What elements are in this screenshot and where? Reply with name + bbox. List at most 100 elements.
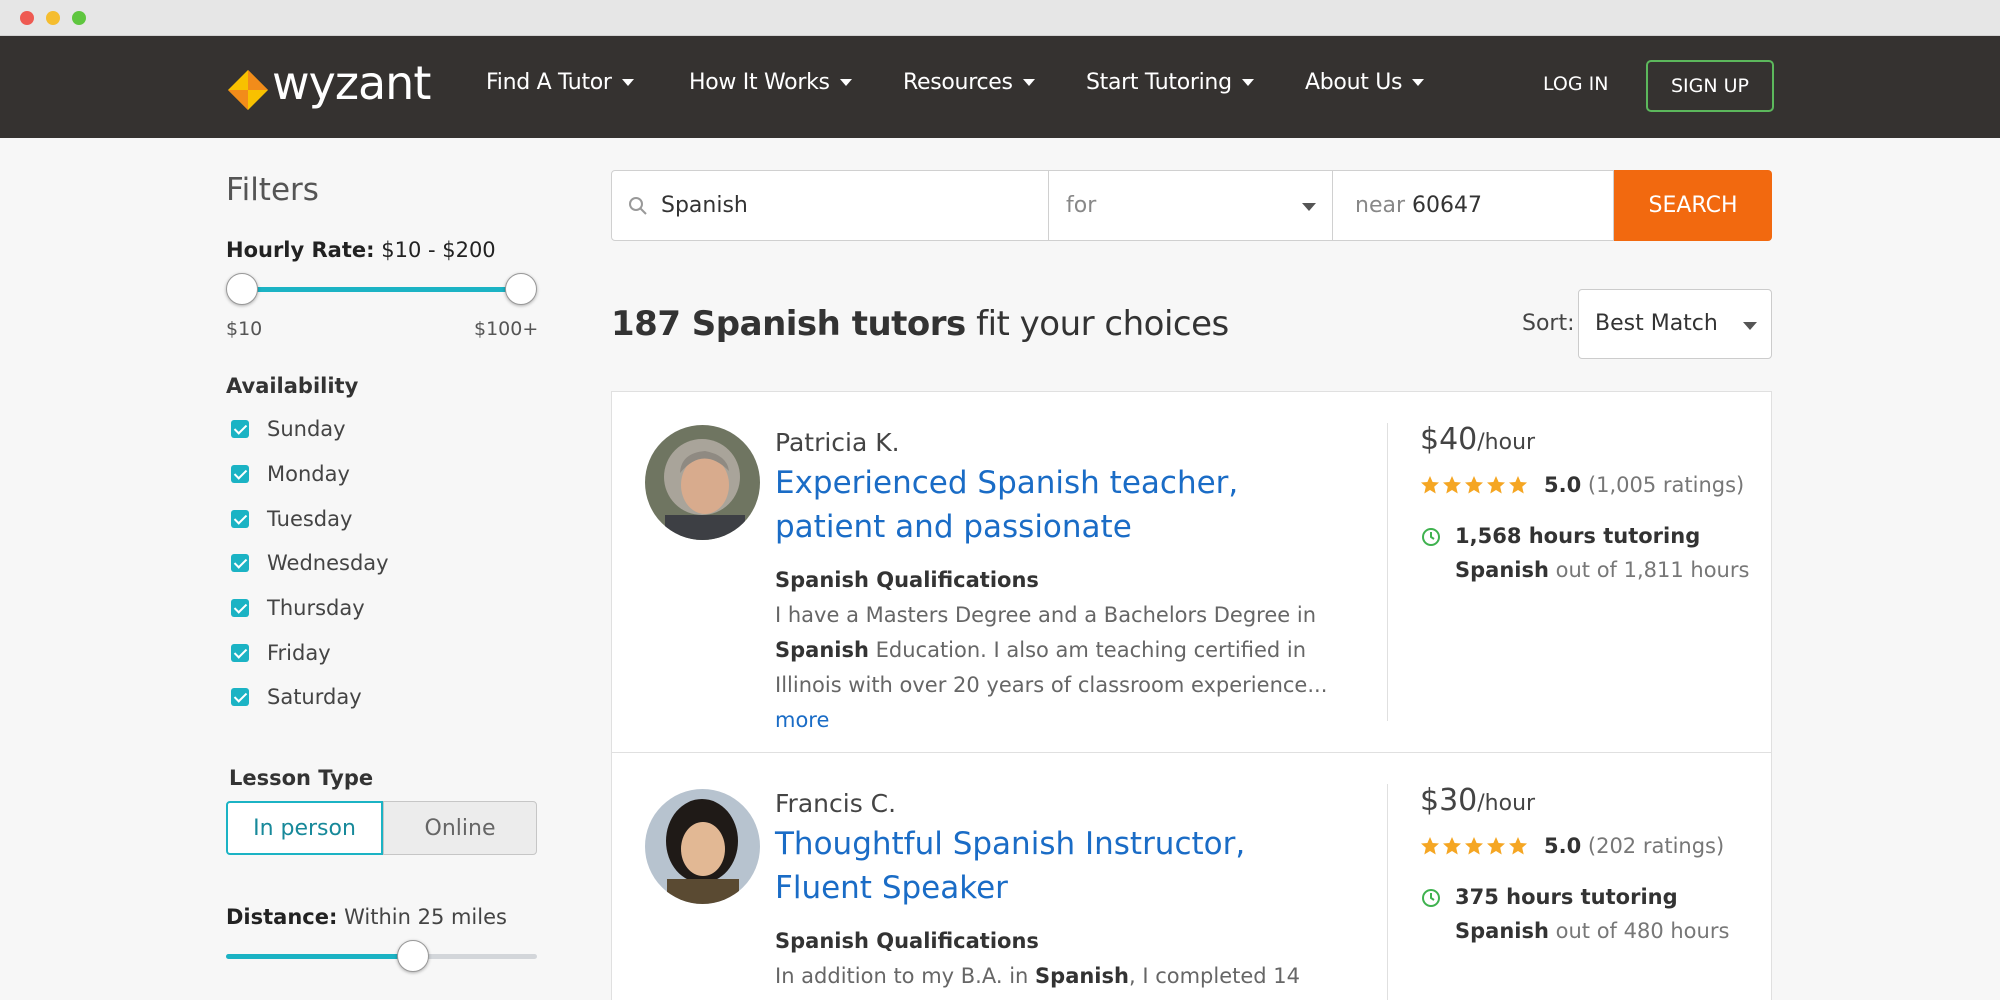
hourly-rate-max-handle[interactable] [505, 273, 537, 305]
price-unit: /hour [1477, 430, 1536, 455]
for-select[interactable]: for [1066, 193, 1096, 218]
day-label: Friday [267, 641, 331, 665]
price-value: $40 [1420, 422, 1478, 457]
caret-down-icon[interactable] [1302, 203, 1316, 211]
rate-min-label: $10 [226, 318, 263, 340]
checkbox-checked[interactable] [231, 465, 249, 483]
lesson-type-in-person[interactable]: In person [226, 801, 383, 855]
more-link[interactable]: more [775, 708, 829, 732]
nav-label: Resources [903, 70, 1013, 95]
search-bar: Spanish for near 60647 [611, 170, 1614, 241]
rating-value: 5.0 [1544, 834, 1582, 858]
hours-subject-name: Spanish [1455, 558, 1549, 582]
hours-tutoring: 375 hours tutoring [1455, 885, 1678, 909]
availability-saturday[interactable]: Saturday [231, 685, 362, 709]
day-label: Thursday [267, 596, 365, 620]
tutor-avatar[interactable] [645, 789, 760, 904]
star-icon [1487, 476, 1505, 494]
maximize-window-icon[interactable] [72, 11, 86, 25]
tutor-title-link[interactable]: Experienced Spanish teacher, patient and… [775, 461, 1335, 549]
star-icon [1443, 837, 1461, 855]
caret-down-icon [1241, 79, 1254, 86]
availability-monday[interactable]: Monday [231, 462, 350, 486]
checkbox-checked[interactable] [231, 510, 249, 528]
star-icon [1509, 837, 1527, 855]
star-icon [1465, 476, 1483, 494]
availability-sunday[interactable]: Sunday [231, 417, 346, 441]
tutor-card: Patricia K. Experienced Spanish teacher,… [611, 391, 1772, 753]
nav-find-a-tutor[interactable]: Find A Tutor [486, 70, 634, 95]
availability-tuesday[interactable]: Tuesday [231, 507, 352, 531]
hours-subject: Spanish out of 1,811 hours [1455, 558, 1749, 582]
tutor-price: $40/hour [1420, 422, 1535, 457]
nav-about-us[interactable]: About Us [1305, 70, 1425, 95]
login-link[interactable]: LOG IN [1543, 73, 1608, 95]
logo-mark-icon [228, 70, 268, 110]
tutor-price: $30/hour [1420, 783, 1535, 818]
price-unit: /hour [1477, 791, 1536, 816]
availability-thursday[interactable]: Thursday [231, 596, 365, 620]
availability-friday[interactable]: Friday [231, 641, 331, 665]
day-label: Wednesday [267, 551, 389, 575]
star-icon [1421, 837, 1439, 855]
distance-value: Within 25 miles [344, 905, 507, 929]
rate-max-label: $100+ [474, 318, 539, 340]
top-navbar: wyzant Find A Tutor How It Works Resourc… [0, 36, 2000, 138]
availability-wednesday[interactable]: Wednesday [231, 551, 389, 575]
nav-start-tutoring[interactable]: Start Tutoring [1086, 70, 1254, 95]
hours-subject-name: Spanish [1455, 919, 1549, 943]
subject-input[interactable]: Spanish [661, 193, 748, 218]
hours-total: out of 1,811 hours [1555, 558, 1750, 582]
lesson-type-title: Lesson Type [229, 766, 374, 790]
rating-value: 5.0 [1544, 473, 1582, 497]
logo-text: wyzant [272, 56, 431, 110]
search-button[interactable]: SEARCH [1614, 170, 1772, 241]
day-label: Sunday [267, 417, 346, 441]
distance-label: Distance: Within 25 miles [226, 905, 507, 929]
browser-chrome [0, 0, 2000, 36]
nav-resources[interactable]: Resources [903, 70, 1035, 95]
checkbox-checked[interactable] [231, 644, 249, 662]
rating-text: 5.0 (202 ratings) [1544, 834, 1724, 858]
nav-how-it-works[interactable]: How It Works [689, 70, 852, 95]
desc-text: I have a Masters Degree and a Bachelors … [775, 603, 1317, 627]
tutor-name: Patricia K. [775, 428, 900, 457]
tutor-avatar[interactable] [645, 425, 760, 540]
lesson-type-online[interactable]: Online [383, 801, 537, 855]
avatar-photo [645, 789, 760, 904]
hourly-rate-value: $10 - $200 [381, 238, 496, 262]
price-value: $30 [1420, 783, 1478, 818]
zip-input[interactable]: 60647 [1412, 193, 1482, 218]
star-icon [1465, 837, 1483, 855]
clock-icon [1422, 528, 1440, 546]
rating-count: (202 ratings) [1587, 834, 1725, 858]
signup-button[interactable]: SIGN UP [1646, 60, 1774, 112]
caret-down-icon [621, 79, 634, 86]
hourly-rate-slider-track[interactable] [242, 287, 520, 292]
desc-keyword: Spanish [1035, 964, 1129, 988]
minimize-window-icon[interactable] [46, 11, 60, 25]
tutor-description: In addition to my B.A. in Spanish, I com… [775, 959, 1375, 994]
results-count-bold: 187 Spanish tutors [611, 304, 966, 344]
sort-select[interactable]: Best Match [1578, 289, 1772, 359]
star-icon [1509, 476, 1527, 494]
hourly-rate-min-handle[interactable] [226, 273, 258, 305]
rating-text: 5.0 (1,005 ratings) [1544, 473, 1744, 497]
checkbox-checked[interactable] [231, 554, 249, 572]
hours-subject: Spanish out of 480 hours [1455, 919, 1729, 943]
caret-down-icon [839, 79, 852, 86]
checkbox-checked[interactable] [231, 420, 249, 438]
results-count-rest: fit your choices [976, 304, 1229, 344]
tutor-title-link[interactable]: Thoughtful Spanish Instructor, Fluent Sp… [775, 822, 1335, 910]
checkbox-checked[interactable] [231, 688, 249, 706]
day-label: Monday [267, 462, 350, 486]
tutor-name: Francis C. [775, 789, 897, 818]
close-window-icon[interactable] [20, 11, 34, 25]
star-icon [1443, 476, 1461, 494]
checkbox-checked[interactable] [231, 599, 249, 617]
card-divider [1387, 423, 1388, 721]
tutor-card: Francis C. Thoughtful Spanish Instructor… [611, 752, 1772, 1000]
distance-slider-handle[interactable] [396, 940, 429, 972]
star-icon [1487, 837, 1505, 855]
divider [1048, 171, 1049, 240]
